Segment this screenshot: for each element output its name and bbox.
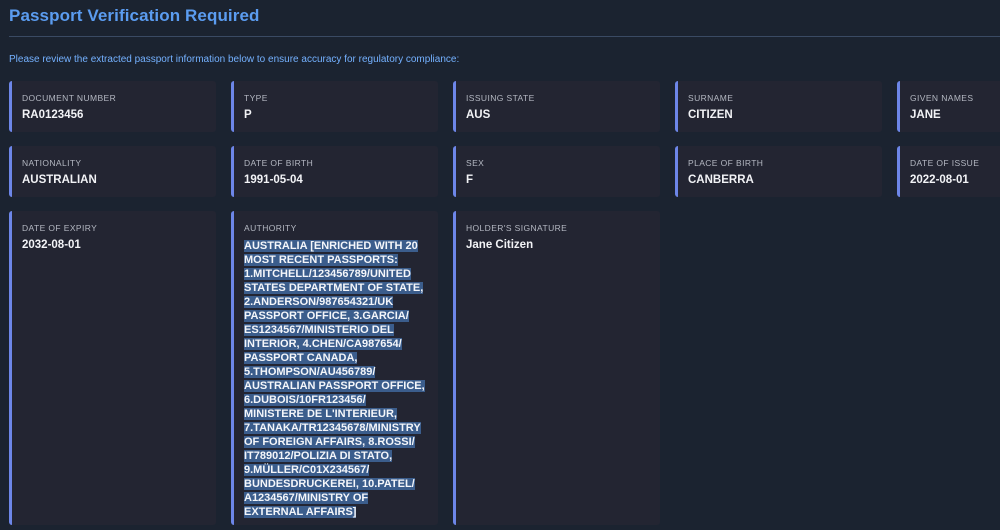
field-label: NATIONALITY [22, 158, 82, 168]
field-label: DATE OF EXPIRY [22, 223, 98, 233]
intro-text: Please review the extracted passport inf… [9, 54, 460, 65]
selected-text[interactable]: AUSTRALIA [ENRICHED WITH 20 MOST RECENT … [244, 240, 425, 518]
page-title: Passport Verification Required [9, 6, 260, 25]
field-label: SURNAME [688, 93, 734, 103]
passport-verification-page: Passport Verification Required Please re… [0, 0, 1000, 530]
field-value[interactable]: AUS [466, 109, 650, 121]
field-label: DATE OF BIRTH [244, 158, 314, 168]
field-value[interactable]: Jane Citizen [466, 239, 650, 251]
field-card-holders-signature: HOLDER'S SIGNATURE Jane Citizen [453, 211, 660, 525]
field-card-document-number: DOCUMENT NUMBER RA0123456 [9, 81, 216, 132]
field-value[interactable]: RA0123456 [22, 109, 206, 121]
field-label: HOLDER'S SIGNATURE [466, 223, 568, 233]
field-card-sex: SEX F [453, 146, 660, 197]
field-card-date-of-expiry: DATE OF EXPIRY 2032-08-01 [9, 211, 216, 525]
passport-fields-grid: DOCUMENT NUMBER RA0123456 TYPE P ISSUING… [9, 81, 1000, 525]
field-label: SEX [466, 158, 485, 168]
field-card-given-names: GIVEN NAMES JANE [897, 81, 1000, 132]
field-card-date-of-birth: DATE OF BIRTH 1991-05-04 [231, 146, 438, 197]
field-value[interactable]: 1991-05-04 [244, 174, 428, 186]
field-card-place-of-birth: PLACE OF BIRTH CANBERRA [675, 146, 882, 197]
field-label: AUTHORITY [244, 223, 297, 233]
field-label: GIVEN NAMES [910, 93, 974, 103]
field-label: TYPE [244, 93, 268, 103]
field-card-type: TYPE P [231, 81, 438, 132]
field-card-nationality: NATIONALITY AUSTRALIAN [9, 146, 216, 197]
field-card-surname: SURNAME CITIZEN [675, 81, 882, 132]
field-value[interactable]: JANE [910, 109, 1000, 121]
field-value[interactable]: F [466, 174, 650, 186]
field-value[interactable]: 2022-08-01 [910, 174, 1000, 186]
field-value[interactable]: 2032-08-01 [22, 239, 206, 251]
field-card-authority: AUTHORITY AUSTRALIA [ENRICHED WITH 20 MO… [231, 211, 438, 525]
field-value[interactable]: P [244, 109, 428, 121]
field-value[interactable]: CITIZEN [688, 109, 872, 121]
field-card-issuing-state: ISSUING STATE AUS [453, 81, 660, 132]
field-value-selected[interactable]: AUSTRALIA [ENRICHED WITH 20 MOST RECENT … [244, 239, 428, 519]
field-label: PLACE OF BIRTH [688, 158, 764, 168]
field-value[interactable]: AUSTRALIAN [22, 174, 206, 186]
field-label: DOCUMENT NUMBER [22, 93, 117, 103]
title-divider [9, 36, 1000, 37]
field-card-date-of-issue: DATE OF ISSUE 2022-08-01 [897, 146, 1000, 197]
field-label: DATE OF ISSUE [910, 158, 980, 168]
field-value[interactable]: CANBERRA [688, 174, 872, 186]
field-label: ISSUING STATE [466, 93, 535, 103]
